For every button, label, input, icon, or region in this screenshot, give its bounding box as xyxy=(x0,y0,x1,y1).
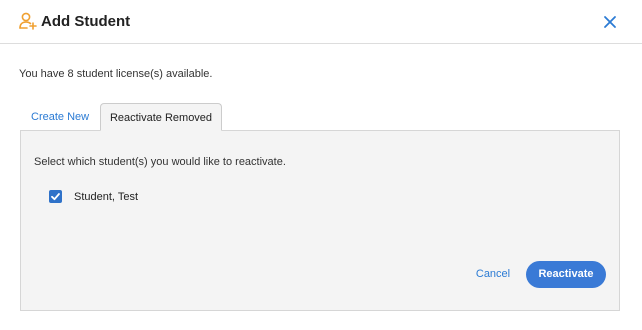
dialog-header: Add Student xyxy=(0,0,642,44)
add-user-icon xyxy=(18,12,38,30)
cancel-button[interactable]: Cancel xyxy=(469,261,517,287)
student-checkbox[interactable] xyxy=(49,190,62,203)
dialog-title: Add Student xyxy=(41,13,131,30)
add-student-dialog: Add Student You have 8 student license(s… xyxy=(0,0,642,330)
checkmark-icon xyxy=(51,193,60,201)
tab-create-new[interactable]: Create New xyxy=(20,103,100,131)
student-name: Student, Test xyxy=(74,191,139,203)
instruction-text: Select which student(s) you would like t… xyxy=(34,156,286,168)
tab-reactivate-removed[interactable]: Reactivate Removed xyxy=(100,103,222,131)
close-icon[interactable] xyxy=(600,12,620,32)
reactivate-panel: Select which student(s) you would like t… xyxy=(20,130,620,311)
reactivate-button[interactable]: Reactivate xyxy=(526,261,606,288)
license-count-text: You have 8 student license(s) available. xyxy=(19,68,213,80)
